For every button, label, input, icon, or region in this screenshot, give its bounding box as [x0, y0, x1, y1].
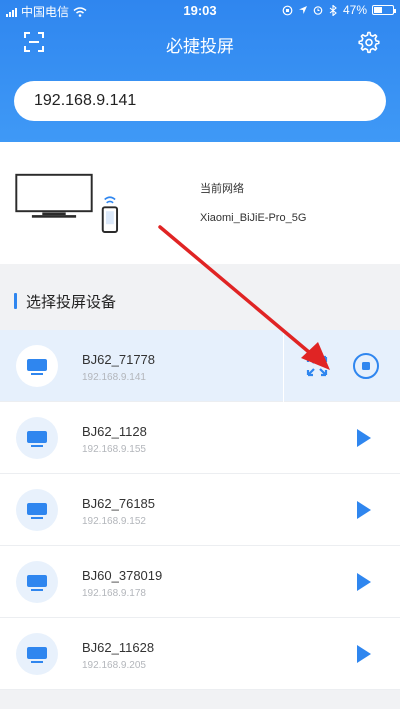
nav-bar: 必捷投屏: [0, 22, 400, 62]
network-card: 当前网络 Xiaomi_BiJiE-Pro_5G: [0, 142, 400, 264]
device-row[interactable]: BJ62_1128 192.168.9.155: [0, 402, 400, 474]
network-label: 当前网络: [200, 183, 244, 195]
status-right: 47%: [282, 3, 396, 17]
device-list: BJ62_71778 192.168.9.141 BJ62_1128 192.1…: [0, 330, 400, 690]
play-icon[interactable]: [356, 500, 372, 520]
section-title: 选择投屏设备: [14, 292, 117, 311]
section-title-text: 选择投屏设备: [26, 293, 117, 311]
location-icon: [298, 6, 307, 14]
device-name: BJ60_378019: [82, 568, 163, 583]
device-row[interactable]: BJ62_76185 192.168.9.152: [0, 474, 400, 546]
alarm-icon: [313, 6, 323, 15]
status-bar: 中国电信 19:03 47%: [0, 0, 400, 20]
device-name: BJ62_11628: [82, 640, 155, 655]
bluetooth-icon: [329, 4, 337, 16]
monitor-icon: [16, 417, 58, 459]
device-ip: 192.168.9.178: [82, 588, 146, 599]
header: 中国电信 19:03 47% 必捷投屏 192.168.9.141: [0, 0, 400, 142]
monitor-icon: [16, 345, 58, 387]
device-ip: 192.168.9.155: [82, 444, 146, 455]
fullscreen-button[interactable]: [305, 354, 329, 378]
tv-phone-illustration: [15, 173, 119, 233]
device-row-active[interactable]: BJ62_71778 192.168.9.141: [0, 330, 400, 402]
device-name: BJ62_76185: [82, 496, 156, 511]
battery-percent: 47%: [342, 3, 367, 17]
monitor-icon: [16, 489, 58, 531]
stop-button[interactable]: [352, 352, 380, 380]
device-name: BJ62_71778: [82, 352, 156, 367]
monitor-icon: [16, 561, 58, 603]
device-name: BJ62_1128: [82, 424, 147, 439]
page-title: 必捷投屏: [166, 37, 234, 56]
rotation-lock-icon: [282, 5, 293, 15]
monitor-icon: [16, 633, 58, 675]
section-accent-bar: [14, 293, 17, 309]
device-ip: 192.168.9.152: [82, 516, 146, 527]
play-icon[interactable]: [356, 428, 372, 448]
network-ssid: Xiaomi_BiJiE-Pro_5G: [200, 212, 307, 224]
device-ip: 192.168.9.141: [82, 372, 146, 383]
battery-icon: [372, 5, 396, 15]
app-screen: 中国电信 19:03 47% 必捷投屏 192.168.9.141 当前网络 X…: [0, 0, 400, 709]
device-row[interactable]: BJ60_378019 192.168.9.178: [0, 546, 400, 618]
gear-icon[interactable]: [356, 30, 380, 54]
play-icon[interactable]: [356, 572, 372, 592]
device-row[interactable]: BJ62_11628 192.168.9.205: [0, 618, 400, 690]
ip-input[interactable]: 192.168.9.141: [14, 81, 386, 121]
divider: [283, 330, 284, 402]
play-icon[interactable]: [356, 644, 372, 664]
device-ip: 192.168.9.205: [82, 660, 146, 671]
